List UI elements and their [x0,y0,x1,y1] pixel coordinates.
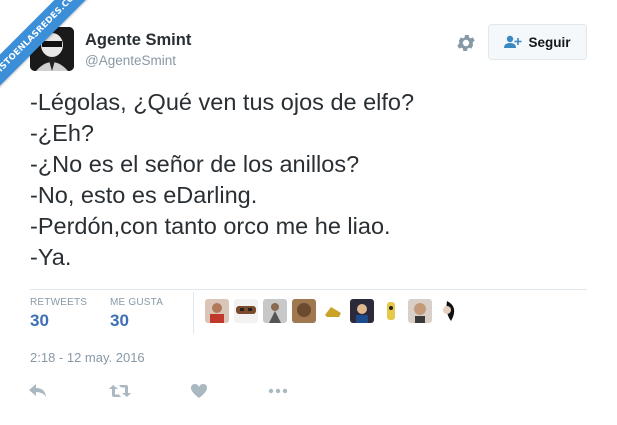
liker-avatar[interactable] [292,299,316,323]
liker-avatar[interactable] [379,299,403,323]
tweet-line: -Ya. [30,244,72,270]
likes-stat[interactable]: ME GUSTA 30 [110,297,163,331]
stats-separator [193,292,194,334]
tweet-line: -¿Eh? [30,120,94,146]
tweet-actions [28,380,298,402]
retweet-icon[interactable] [108,380,132,402]
gear-icon[interactable] [455,32,477,54]
user-name[interactable]: Agente Smint [85,31,191,50]
reply-icon[interactable] [28,380,48,402]
more-icon[interactable] [268,380,288,402]
retweets-count: 30 [30,311,49,330]
tweet-line: -Légolas, ¿Qué ven tus ojos de elfo? [30,89,415,115]
tweet-line: -Perdón,con tanto orco me he liao. [30,213,391,239]
follow-button-label: Seguir [528,34,571,50]
tweet-line: -¿No es el señor de los anillos? [30,151,360,177]
retweets-label: RETWEETS [30,297,88,308]
liker-avatar[interactable] [234,299,258,323]
tweet-timestamp[interactable]: 2:18 - 12 may. 2016 [30,350,145,365]
heart-icon[interactable] [190,380,208,402]
liker-avatar[interactable] [350,299,374,323]
divider [30,289,587,290]
liker-avatar[interactable] [205,299,229,323]
likes-label: ME GUSTA [110,297,164,308]
liker-avatar[interactable] [408,299,432,323]
retweets-stat[interactable]: RETWEETS 30 [30,297,87,331]
likes-count: 30 [110,311,129,330]
tweet-text: -Légolas, ¿Qué ven tus ojos de elfo? -¿E… [30,87,590,273]
liker-avatar[interactable] [321,299,345,323]
follow-button[interactable]: Seguir [488,24,587,60]
tweet-line: -No, esto es eDarling. [30,182,258,208]
liker-avatar[interactable] [437,299,461,323]
liker-avatar[interactable] [263,299,287,323]
add-user-icon [504,35,522,48]
user-handle[interactable]: @AgenteSmint [85,53,176,68]
liker-avatars [205,299,461,323]
